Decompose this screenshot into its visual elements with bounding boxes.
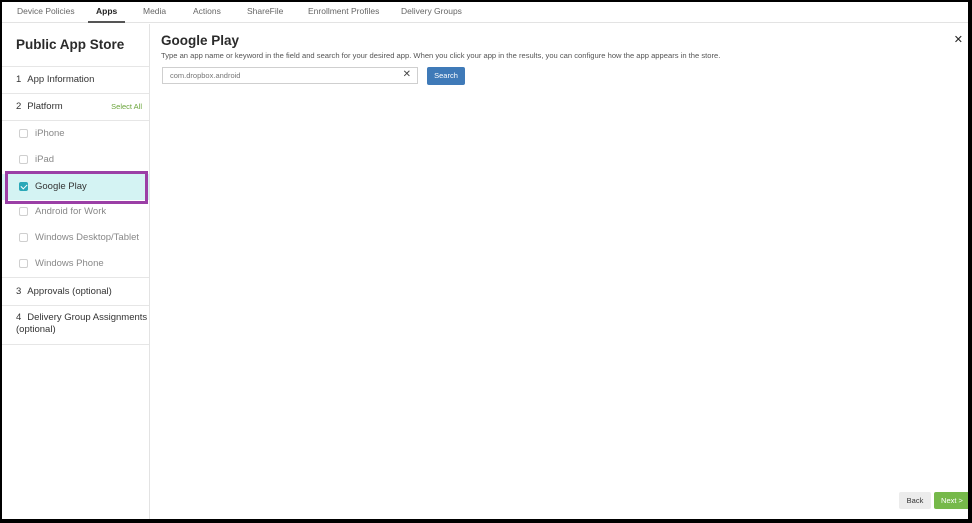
page-description: Type an app name or keyword in the field… xyxy=(161,51,721,60)
wizard-sidebar: Public App Store 1 App Information 2 Platf… xyxy=(2,24,150,519)
step-label: Approvals (optional) xyxy=(27,286,112,297)
search-input-value: com.dropbox.android xyxy=(170,71,241,80)
checkbox-ipad[interactable] xyxy=(19,155,28,164)
checkbox-windows-phone[interactable] xyxy=(19,259,28,268)
clear-icon[interactable]: ✕ xyxy=(403,69,411,80)
tab-enrollment-profiles[interactable]: Enrollment Profiles xyxy=(308,2,379,23)
page-title: Google Play xyxy=(161,33,240,48)
step-label: App Information xyxy=(27,74,95,85)
platform-item-ipad[interactable]: iPad xyxy=(2,147,149,173)
top-tab-bar: Device Policies Apps Media Actions Share… xyxy=(2,2,968,23)
step-number: 3 xyxy=(16,286,22,297)
checkbox-iphone[interactable] xyxy=(19,129,28,138)
step-label: Delivery Group Assignments (optional) xyxy=(16,312,148,335)
tab-device-policies[interactable]: Device Policies xyxy=(17,2,75,23)
tab-apps[interactable]: Apps xyxy=(88,2,126,23)
step-approvals[interactable]: 3 Approvals (optional) xyxy=(2,277,149,305)
tab-media[interactable]: Media xyxy=(143,2,166,23)
step-delivery-group-assignments[interactable]: 4 Delivery Group Assignments (optional) xyxy=(2,305,149,345)
step-number: 2 xyxy=(16,101,22,112)
back-button[interactable]: Back xyxy=(899,492,931,509)
step-platform[interactable]: 2 Platform Select All xyxy=(2,93,149,120)
platform-item-iphone[interactable]: iPhone xyxy=(2,121,149,147)
selection-highlight-box xyxy=(5,171,148,204)
next-button[interactable]: Next > xyxy=(934,492,968,509)
search-button[interactable]: Search xyxy=(427,67,465,85)
tab-actions[interactable]: Actions xyxy=(193,2,221,23)
platform-item-windows-desktop-tablet[interactable]: Windows Desktop/Tablet xyxy=(2,225,149,251)
select-all-link[interactable]: Select All xyxy=(111,102,142,111)
step-number: 4 xyxy=(16,312,22,323)
platform-label: iPad xyxy=(35,154,55,165)
search-input[interactable]: com.dropbox.android ✕ xyxy=(162,67,418,84)
platform-item-windows-phone[interactable]: Windows Phone xyxy=(2,251,149,277)
step-label: Platform xyxy=(27,101,63,112)
main-panel: Google Play Type an app name or keyword … xyxy=(151,24,968,519)
step-app-information[interactable]: 1 App Information xyxy=(2,66,149,93)
platform-label: Windows Phone xyxy=(35,258,104,269)
platform-label: Windows Desktop/Tablet xyxy=(35,232,140,243)
tab-sharefile[interactable]: ShareFile xyxy=(247,2,283,23)
platform-label: iPhone xyxy=(35,128,65,139)
checkbox-windows-desktop-tablet[interactable] xyxy=(19,233,28,242)
tab-delivery-groups[interactable]: Delivery Groups xyxy=(401,2,462,23)
close-icon[interactable]: ✕ xyxy=(954,33,963,46)
platform-label: Android for Work xyxy=(35,206,107,217)
sidebar-title: Public App Store xyxy=(16,37,125,52)
checkbox-android-for-work[interactable] xyxy=(19,207,28,216)
step-number: 1 xyxy=(16,74,22,85)
app-window: Device Policies Apps Media Actions Share… xyxy=(2,2,968,519)
